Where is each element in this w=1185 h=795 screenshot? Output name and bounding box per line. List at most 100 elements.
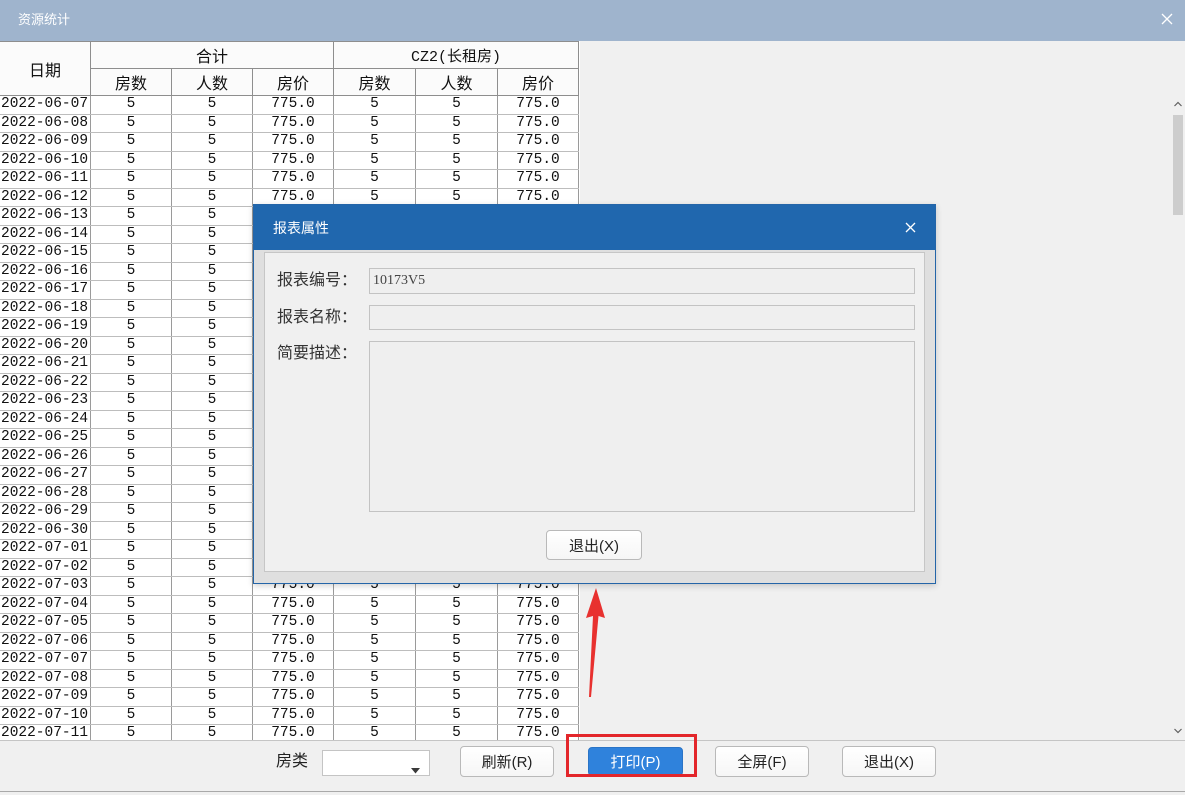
close-icon[interactable] <box>905 222 916 233</box>
table-row[interactable]: 2022-07-08 5 5 775.0 5 5 775.0 <box>0 669 579 688</box>
table-row[interactable]: 2022-07-11 5 5 775.0 5 5 775.0 <box>0 725 579 740</box>
cz2-price-cell: 775.0 <box>498 669 579 687</box>
cz2-guests-cell: 5 <box>416 669 498 687</box>
description-field[interactable] <box>369 341 915 512</box>
total-guests-cell: 5 <box>172 651 253 669</box>
total-price-cell: 775.0 <box>253 614 334 632</box>
chevron-up-icon[interactable] <box>1171 95 1185 112</box>
table-row[interactable]: 2022-06-07 5 5 775.0 5 5 775.0 <box>0 96 579 115</box>
date-cell: 2022-07-08 <box>0 669 91 687</box>
total-guests-cell: 5 <box>172 355 253 373</box>
table-row[interactable]: 2022-06-09 5 5 775.0 5 5 775.0 <box>0 133 579 152</box>
vertical-scrollbar[interactable] <box>1171 95 1185 740</box>
total-guests-cell: 5 <box>172 318 253 336</box>
total-rooms-cell: 5 <box>91 207 172 225</box>
total-rooms-cell: 5 <box>91 429 172 447</box>
total-price-cell: 775.0 <box>253 114 334 132</box>
total-guests-cell: 5 <box>172 336 253 354</box>
chevron-down-icon[interactable] <box>411 761 420 774</box>
chevron-down-icon[interactable] <box>1171 723 1185 740</box>
report-name-field[interactable] <box>369 305 915 330</box>
date-cell: 2022-06-22 <box>0 373 91 391</box>
table-row[interactable]: 2022-07-04 5 5 775.0 5 5 775.0 <box>0 595 579 614</box>
description-label: 简要描述： <box>277 345 358 362</box>
window-title-bar[interactable]: 资源统计 <box>0 0 1185 41</box>
total-guests-cell: 5 <box>172 484 253 502</box>
report-number-label: 报表编号： <box>277 272 358 289</box>
total-guests-cell: 5 <box>172 503 253 521</box>
date-cell: 2022-06-20 <box>0 336 91 354</box>
cz2-guests-cell: 5 <box>416 614 498 632</box>
total-rooms-cell: 5 <box>91 614 172 632</box>
dialog-exit-button[interactable]: 退出(X) <box>546 530 642 560</box>
total-guests-cell: 5 <box>172 281 253 299</box>
total-price-cell: 775.0 <box>253 669 334 687</box>
dialog-title-bar[interactable]: 报表属性 <box>254 205 935 250</box>
total-guests-cell: 5 <box>172 96 253 114</box>
total-guests-cell: 5 <box>172 466 253 484</box>
room-type-select[interactable] <box>322 750 430 776</box>
report-properties-dialog[interactable]: 报表属性 报表编号： 报表名称： 简要描述： 退出(X) <box>253 204 936 584</box>
print-button[interactable]: 打印(P) <box>588 747 683 776</box>
table-row[interactable]: 2022-07-05 5 5 775.0 5 5 775.0 <box>0 614 579 633</box>
total-guests-cell: 5 <box>172 632 253 650</box>
total-rooms-cell: 5 <box>91 706 172 724</box>
cz2-price-cell: 775.0 <box>498 632 579 650</box>
total-guests-cell: 5 <box>172 595 253 613</box>
cz2-price-cell: 775.0 <box>498 133 579 151</box>
total-rooms-cell: 5 <box>91 410 172 428</box>
refresh-button[interactable]: 刷新(R) <box>460 746 554 777</box>
date-cell: 2022-07-06 <box>0 632 91 650</box>
cz2-guests-cell: 5 <box>416 595 498 613</box>
total-guests-cell: 5 <box>172 725 253 740</box>
total-guests-cell: 5 <box>172 225 253 243</box>
cz2-price-cell: 775.0 <box>498 651 579 669</box>
fullscreen-button[interactable]: 全屏(F) <box>715 746 809 777</box>
table-row[interactable]: 2022-06-11 5 5 775.0 5 5 775.0 <box>0 170 579 189</box>
total-rooms-cell: 5 <box>91 114 172 132</box>
total-price-cell: 775.0 <box>253 688 334 706</box>
total-rooms-cell: 5 <box>91 558 172 576</box>
total-guests-cell: 5 <box>172 669 253 687</box>
date-cell: 2022-07-01 <box>0 540 91 558</box>
total-rooms-cell: 5 <box>91 188 172 206</box>
total-guests-cell: 5 <box>172 207 253 225</box>
cz2-price-cell: 775.0 <box>498 725 579 740</box>
exit-button[interactable]: 退出(X) <box>842 746 936 777</box>
cz2-price-cell: 775.0 <box>498 706 579 724</box>
scrollbar-thumb[interactable] <box>1173 115 1183 215</box>
total-price-cell: 775.0 <box>253 706 334 724</box>
total-rooms-cell: 5 <box>91 577 172 595</box>
column-group-total: 合计 <box>91 42 334 69</box>
table-row[interactable]: 2022-06-10 5 5 775.0 5 5 775.0 <box>0 151 579 170</box>
window-title: 资源统计 <box>18 12 71 27</box>
table-row[interactable]: 2022-07-10 5 5 775.0 5 5 775.0 <box>0 706 579 725</box>
total-rooms-cell: 5 <box>91 225 172 243</box>
table-row[interactable]: 2022-07-06 5 5 775.0 5 5 775.0 <box>0 632 579 651</box>
close-icon[interactable] <box>1161 13 1173 25</box>
total-rooms-cell: 5 <box>91 595 172 613</box>
cz2-guests-cell: 5 <box>416 133 498 151</box>
report-number-field[interactable] <box>369 268 915 294</box>
total-rooms-cell: 5 <box>91 170 172 188</box>
cz2-rooms-cell: 5 <box>334 133 416 151</box>
table-row[interactable]: 2022-07-09 5 5 775.0 5 5 775.0 <box>0 688 579 707</box>
date-cell: 2022-06-23 <box>0 392 91 410</box>
total-rooms-cell: 5 <box>91 392 172 410</box>
cz2-rooms-cell: 5 <box>334 170 416 188</box>
cz2-rooms-cell: 5 <box>334 114 416 132</box>
total-guests-cell: 5 <box>172 688 253 706</box>
date-cell: 2022-06-24 <box>0 410 91 428</box>
date-cell: 2022-06-09 <box>0 133 91 151</box>
bottom-toolbar: 房类 刷新(R) 打印(P) 全屏(F) 退出(X) <box>0 740 1185 792</box>
total-price-cell: 775.0 <box>253 133 334 151</box>
table-row[interactable]: 2022-07-07 5 5 775.0 5 5 775.0 <box>0 651 579 670</box>
total-rooms-cell: 5 <box>91 540 172 558</box>
annotation-arrow <box>586 588 605 697</box>
cz2-guests-cell: 5 <box>416 114 498 132</box>
total-guests-cell: 5 <box>172 429 253 447</box>
date-cell: 2022-06-14 <box>0 225 91 243</box>
table-row[interactable]: 2022-06-08 5 5 775.0 5 5 775.0 <box>0 114 579 133</box>
total-guests-cell: 5 <box>172 392 253 410</box>
total-guests-cell: 5 <box>172 521 253 539</box>
